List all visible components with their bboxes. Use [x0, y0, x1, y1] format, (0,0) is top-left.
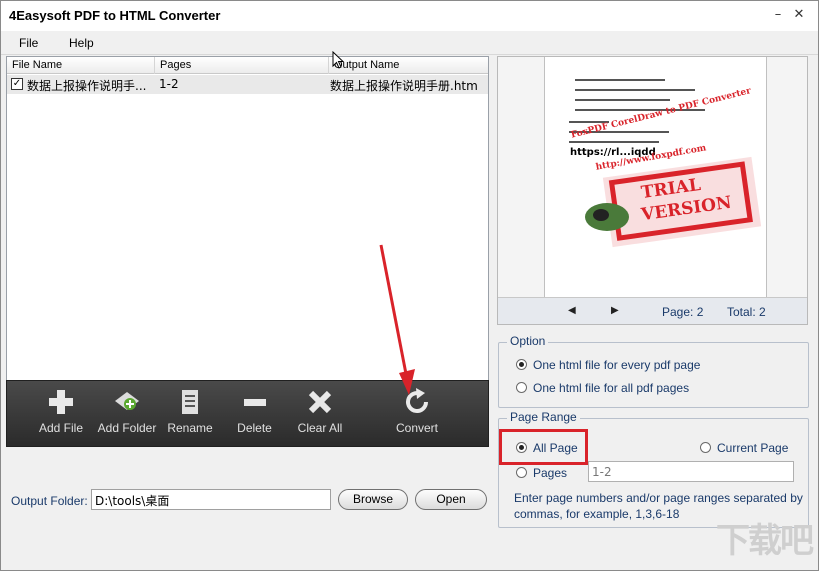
- window-title: 4Easysoft PDF to HTML Converter: [9, 8, 221, 23]
- menu-bar: File Help: [1, 31, 818, 55]
- next-page-icon[interactable]: ▶: [611, 305, 619, 316]
- page-range-title: Page Range: [507, 410, 580, 424]
- plus-icon: [46, 387, 76, 417]
- minus-icon: [240, 387, 270, 417]
- row-output-name: 数据上报操作说明手册.htm: [330, 79, 478, 93]
- add-folder-button[interactable]: Add Folder: [95, 387, 159, 435]
- delete-label: Delete: [237, 421, 272, 435]
- column-file-name[interactable]: File Name: [7, 57, 155, 74]
- close-button[interactable]: ✕: [791, 7, 807, 23]
- option-all-pages-radio[interactable]: One html file for all pdf pages: [516, 381, 689, 395]
- row-file-name: 数据上报操作说明手...: [27, 79, 147, 93]
- option-every-page-label: One html file for every pdf page: [533, 358, 701, 372]
- output-folder-label: Output Folder:: [11, 494, 88, 508]
- option-group-title: Option: [507, 334, 549, 348]
- radio-unselected-icon: [516, 467, 527, 478]
- add-folder-icon: [112, 387, 142, 417]
- app-window: 4Easysoft PDF to HTML Converter – ✕ File…: [0, 0, 819, 571]
- total-indicator: Total: 2: [727, 305, 766, 319]
- clear-all-button[interactable]: Clear All: [295, 387, 345, 435]
- table-row[interactable]: ✓ 数据上报操作说明手... 1-2 数据上报操作说明手册.htm: [7, 75, 488, 94]
- x-icon: [305, 387, 335, 417]
- document-icon: [175, 387, 205, 417]
- current-page-radio[interactable]: Current Page: [700, 441, 788, 455]
- mouse-cursor-icon: [332, 51, 345, 69]
- page-indicator: Page: 2: [662, 305, 704, 319]
- rename-button[interactable]: Rename: [165, 387, 215, 435]
- current-page-label: Current Page: [717, 441, 789, 455]
- add-folder-label: Add Folder: [97, 421, 157, 435]
- annotation-arrow-icon: [379, 244, 415, 395]
- annotation-highlight-box: [499, 429, 588, 465]
- add-file-button[interactable]: Add File: [36, 387, 86, 435]
- menu-help[interactable]: Help: [69, 36, 94, 50]
- preview-navigation: ◀ ▶ Page: 2 Total: 2: [498, 297, 807, 324]
- prev-page-icon[interactable]: ◀: [568, 305, 576, 316]
- option-every-page-radio[interactable]: One html file for every pdf page: [516, 358, 700, 372]
- option-group: Option One html file for every pdf page …: [498, 334, 809, 408]
- output-folder-input[interactable]: D:\tools\桌面: [91, 489, 331, 510]
- rename-label: Rename: [167, 421, 213, 435]
- pages-range-input[interactable]: 1-2: [588, 461, 794, 482]
- option-all-pages-label: One html file for all pdf pages: [533, 381, 690, 395]
- title-bar: 4Easysoft PDF to HTML Converter – ✕: [1, 1, 818, 31]
- delete-button[interactable]: Delete: [232, 387, 277, 435]
- pages-radio[interactable]: Pages: [516, 466, 567, 480]
- radio-selected-icon: [516, 359, 527, 370]
- pages-label: Pages: [533, 466, 568, 480]
- file-list-header: File Name Pages Output Name: [7, 57, 488, 74]
- site-watermark: 下载吧: [716, 521, 814, 561]
- browse-button[interactable]: Browse: [338, 489, 408, 510]
- column-output-name[interactable]: Output Name: [329, 57, 488, 74]
- clear-all-label: Clear All: [297, 421, 343, 435]
- pdf-preview: https://rl...iqdd FoxPDF CorelDraw to PD…: [497, 56, 808, 325]
- radio-unselected-icon: [700, 442, 711, 453]
- radio-unselected-icon: [516, 382, 527, 393]
- add-file-label: Add File: [38, 421, 84, 435]
- preview-page: https://rl...iqdd FoxPDF CorelDraw to PD…: [544, 57, 767, 297]
- minimize-button[interactable]: –: [770, 7, 786, 23]
- convert-label: Convert: [395, 421, 439, 435]
- menu-file[interactable]: File: [19, 36, 38, 50]
- row-pages: 1-2: [159, 77, 179, 91]
- row-checkbox[interactable]: ✓: [11, 78, 23, 90]
- column-pages[interactable]: Pages: [155, 57, 329, 74]
- open-button[interactable]: Open: [415, 489, 487, 510]
